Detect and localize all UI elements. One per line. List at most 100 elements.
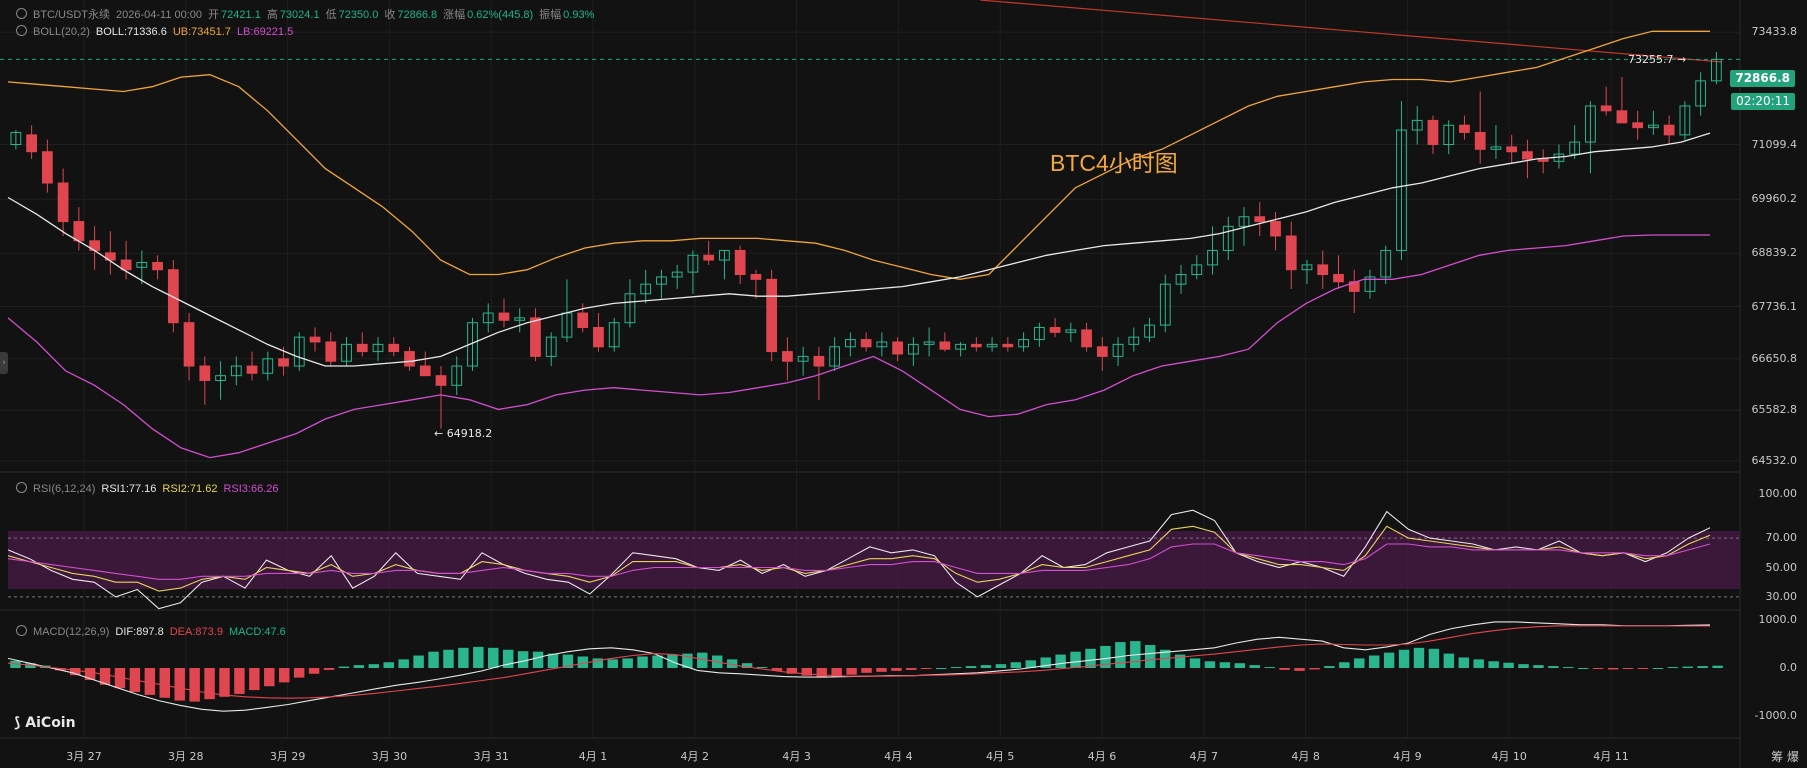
collapse-handle-icon[interactable]: › [0, 352, 8, 374]
candle-body [1317, 264, 1329, 276]
candle-body [1427, 119, 1439, 145]
low-label: 低 [325, 9, 337, 21]
x-tick-label: 4月 6 [1087, 750, 1117, 763]
macd-histogram-bar [219, 668, 230, 697]
x-tick-label: 4月 7 [1189, 750, 1219, 763]
macd-histogram-bar [1652, 668, 1664, 669]
arrow-right-icon: → [1677, 53, 1687, 66]
macd-histogram-bar [1144, 644, 1156, 668]
macd-histogram-bar [622, 658, 633, 668]
macd-histogram-bar [921, 668, 932, 669]
low-annotation-value: 64918.2 [446, 427, 493, 440]
candle-body [1600, 105, 1612, 112]
macd-histogram-bar [234, 668, 245, 694]
macd-tick-label: 0.0 [1779, 661, 1798, 674]
high-annotation: 73255.7 → [1628, 53, 1686, 66]
rsi-name[interactable]: RSI(6,12,24) [33, 483, 95, 495]
macd-histogram-bar [1518, 664, 1529, 668]
macd-histogram-bar [144, 668, 156, 695]
candle-body [766, 278, 778, 353]
candle-body [152, 261, 163, 271]
macd-histogram-bar [428, 651, 439, 668]
candle-countdown: 02:20:11 [1731, 93, 1795, 110]
candle-body [892, 341, 903, 355]
chart-canvas[interactable] [0, 0, 1807, 768]
macd-histogram-bar [1368, 655, 1380, 668]
indicator-settings-icon[interactable] [16, 25, 27, 36]
macd-histogram-bar [935, 668, 947, 669]
macd-histogram-bar [1548, 666, 1559, 668]
macd-histogram-bar [1264, 667, 1275, 669]
x-tick-label: 3月 30 [371, 750, 408, 763]
macd-histogram-bar [876, 668, 887, 672]
brand-logo: ⟆ AiCoin [14, 715, 76, 731]
candle-body [593, 327, 604, 348]
macd-histogram-bar [413, 655, 424, 668]
symbol-label[interactable]: BTC/USDT永续 [33, 9, 110, 21]
x-tick-label: 4月 1 [578, 750, 608, 763]
indicator-settings-icon[interactable] [16, 482, 27, 493]
price-tick-label: 71099.4 [1751, 137, 1798, 151]
candle-body [388, 343, 400, 353]
macd-histogram-bar [1010, 662, 1022, 668]
boll-lower-line [7, 234, 1710, 459]
macd-histogram-bar [1309, 668, 1320, 670]
chart-overlay-title: BTC4小时图 [1050, 150, 1178, 176]
x-tick-label: 3月 31 [473, 750, 509, 763]
candle-body [577, 312, 589, 329]
macd-histogram-bar [637, 656, 648, 668]
price-pane[interactable] [0, 0, 1740, 459]
candle-body [278, 358, 289, 367]
macd-name[interactable]: MACD(12,26,9) [33, 626, 109, 638]
macd-histogram-bar [906, 668, 917, 670]
candle-body [1254, 216, 1266, 223]
open-value: 72421.1 [221, 9, 261, 21]
price-tick-label: 66650.8 [1751, 351, 1798, 365]
price-tick-label: 73433.8 [1751, 25, 1798, 39]
price-tick-label: 69960.2 [1751, 192, 1798, 206]
macd-histogram-bar [517, 651, 529, 668]
rsi-header: RSI(6,12,24) RSI1:77.16 RSI2:71.62 RSI3:66.… [16, 482, 285, 495]
candle-body [419, 365, 431, 377]
arrow-left-icon: ← [434, 427, 444, 440]
macd-tick-label: 1000.0 [1758, 613, 1798, 626]
macd-histogram-bar [1055, 654, 1066, 668]
macd-histogram-bar [1339, 662, 1350, 668]
macd-histogram-bar [1189, 658, 1201, 668]
x-tick-label: 4月 8 [1291, 750, 1320, 763]
macd-histogram-bar [308, 668, 320, 674]
indicator-settings-icon[interactable] [16, 625, 27, 636]
macd-histogram-bar [1577, 668, 1589, 669]
macd-histogram-bar [1204, 661, 1216, 668]
macd-histogram-bar [547, 653, 559, 668]
candle-body [750, 274, 762, 280]
x-tick-label: 4月 9 [1393, 750, 1422, 763]
candle-body [782, 351, 793, 362]
macd-histogram-bar [189, 668, 200, 702]
x-tick-label: 4月 11 [1593, 750, 1629, 763]
change-label: 涨幅 [443, 9, 466, 21]
brand-name: AiCoin [25, 715, 76, 731]
low-value: 72350.0 [338, 9, 379, 21]
settings-circle-icon[interactable] [16, 8, 27, 19]
boll-mid-value: BOLL:71336.6 [95, 26, 167, 38]
corner-tools[interactable]: 筹 爆 [1771, 748, 1799, 765]
boll-name[interactable]: BOLL(20,2) [33, 26, 90, 38]
macd-histogram-bar [159, 668, 171, 698]
macd-histogram-bar [1533, 665, 1544, 668]
macd-histogram-bar [338, 666, 350, 668]
candle-body [1474, 131, 1486, 150]
macd-histogram-bar [473, 646, 484, 668]
low-annotation: ← 64918.2 [434, 427, 492, 440]
macd-histogram-bar [995, 664, 1007, 668]
macd-histogram-bar [1279, 668, 1290, 670]
macd-header: MACD(12,26,9) DIF:897.8 DEA:873.9 MACD:47.6 [16, 625, 292, 638]
macd-histogram-bar [1443, 653, 1455, 668]
candle-body [498, 312, 510, 321]
candle-body [356, 343, 368, 353]
boll-mid-line [7, 132, 1711, 367]
candle-body [1663, 124, 1675, 136]
x-tick-label: 4月 5 [985, 750, 1015, 763]
macd-histogram-bar [1458, 657, 1470, 668]
rsi1-value: RSI1:77.16 [101, 483, 157, 495]
